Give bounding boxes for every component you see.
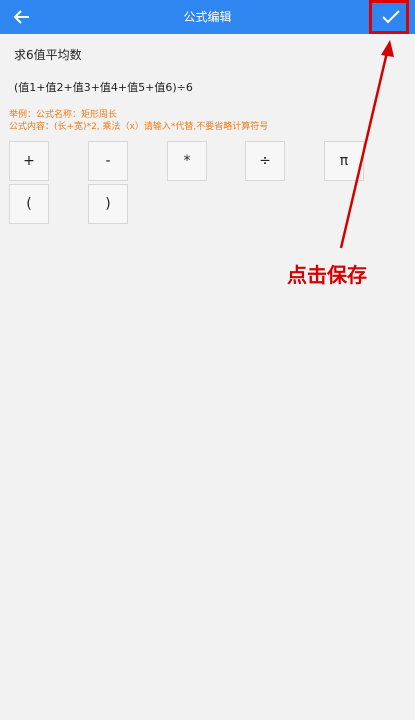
- key-multiply[interactable]: *: [167, 141, 207, 181]
- formula-name[interactable]: 求6值平均数: [14, 46, 82, 63]
- key-minus[interactable]: -: [88, 141, 128, 181]
- checkmark-icon: [381, 10, 400, 24]
- hint-example-content: 公式内容：(长+宽)*2, 乘法（x）请输入*代替,不要省略计算符号: [9, 122, 269, 132]
- top-app-bar: 公式编辑: [0, 0, 415, 34]
- key-divide[interactable]: ÷: [245, 141, 285, 181]
- save-button[interactable]: [371, 0, 410, 34]
- annotation-click-save: 点击保存: [287, 263, 367, 287]
- key-pi[interactable]: π: [324, 141, 364, 181]
- formula-content[interactable]: (值1+值2+值3+值4+值5+值6)÷6: [14, 79, 193, 95]
- page-title: 公式编辑: [183, 10, 232, 24]
- key-plus[interactable]: +: [9, 141, 49, 181]
- key-left-paren[interactable]: (: [9, 184, 49, 224]
- key-right-paren[interactable]: ): [88, 184, 128, 224]
